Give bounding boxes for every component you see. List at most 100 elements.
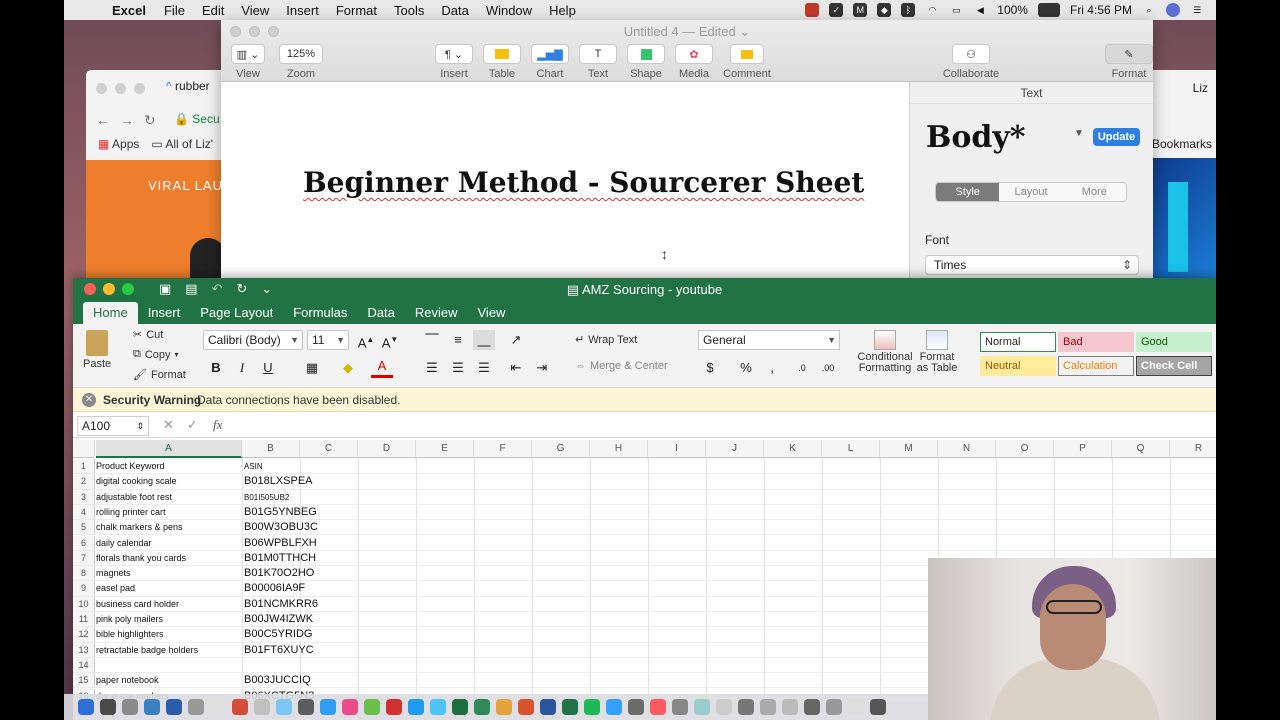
row-header[interactable]: 14 bbox=[73, 657, 95, 673]
menu-insert[interactable]: Insert bbox=[286, 3, 319, 18]
dock-app-icon[interactable] bbox=[122, 699, 138, 715]
volume-icon[interactable]: ◀ bbox=[973, 3, 987, 17]
dock-app-icon[interactable] bbox=[562, 699, 578, 715]
cell-product-keyword[interactable]: florals thank you cards bbox=[96, 551, 242, 566]
dock-app-icon[interactable] bbox=[848, 699, 864, 715]
menu-window[interactable]: Window bbox=[486, 3, 532, 18]
merge-center-button[interactable]: ⇔ Merge & Center bbox=[575, 360, 668, 372]
decrease-indent-icon[interactable]: ⇤ bbox=[505, 358, 527, 378]
bookmark-apps[interactable]: ▦ Apps bbox=[98, 137, 139, 151]
wrap-text-button[interactable]: ↵ Wrap Text bbox=[575, 333, 637, 347]
currency-icon[interactable]: $ bbox=[699, 358, 721, 378]
dock-app-icon[interactable] bbox=[518, 699, 534, 715]
font-size-select[interactable]: 11 ▼ bbox=[307, 330, 349, 350]
cell-product-keyword[interactable]: magnets bbox=[96, 566, 242, 581]
menu-tools[interactable]: Tools bbox=[394, 3, 424, 18]
menu-edit[interactable]: Edit bbox=[202, 3, 224, 18]
airplay-icon[interactable]: ▭ bbox=[949, 3, 963, 17]
dock-app-icon[interactable] bbox=[166, 699, 182, 715]
dock-app-icon[interactable] bbox=[100, 699, 116, 715]
row-header[interactable]: 11 bbox=[73, 612, 95, 627]
dock-app-icon[interactable] bbox=[804, 699, 820, 715]
comma-icon[interactable]: , bbox=[761, 358, 783, 378]
row-header[interactable]: 9 bbox=[73, 581, 95, 596]
tab-view[interactable]: View bbox=[468, 302, 516, 324]
dock-app-icon[interactable] bbox=[672, 699, 688, 715]
cell-asin[interactable]: B01K70O2HO bbox=[244, 566, 334, 581]
dock-app-icon[interactable] bbox=[870, 699, 886, 715]
menu-app-name[interactable]: Excel bbox=[112, 3, 146, 18]
cell-product-keyword[interactable]: rolling printer cart bbox=[96, 505, 242, 520]
zoom-icon[interactable] bbox=[134, 83, 145, 94]
dock-app-icon[interactable] bbox=[386, 699, 402, 715]
tb-media[interactable]: ✿ Media bbox=[675, 44, 713, 80]
column-header[interactable]: E bbox=[416, 440, 474, 458]
dock-app-icon[interactable] bbox=[738, 699, 754, 715]
column-header[interactable]: H bbox=[590, 440, 648, 458]
tb-zoom[interactable]: 125% Zoom bbox=[279, 44, 323, 80]
dock-app-icon[interactable] bbox=[760, 699, 776, 715]
row-header[interactable]: 3 bbox=[73, 489, 95, 504]
column-header[interactable]: I bbox=[648, 440, 706, 458]
dock-app-icon[interactable] bbox=[452, 699, 468, 715]
column-header[interactable]: L bbox=[822, 440, 880, 458]
dock-app-icon[interactable] bbox=[606, 699, 622, 715]
decrease-font-icon[interactable]: A▼ bbox=[379, 330, 401, 350]
column-header[interactable]: B bbox=[242, 440, 300, 458]
percent-icon[interactable]: % bbox=[735, 358, 757, 378]
enter-icon[interactable]: ✓ bbox=[187, 417, 198, 433]
paragraph-style[interactable]: Body* bbox=[926, 120, 1025, 155]
cell-asin[interactable]: B00006IA9F bbox=[244, 581, 334, 596]
close-icon[interactable] bbox=[96, 83, 107, 94]
dock-app-icon[interactable] bbox=[144, 699, 160, 715]
cell-asin[interactable]: B018LXSPEA bbox=[244, 474, 334, 489]
menu-format[interactable]: Format bbox=[336, 3, 377, 18]
cell-asin[interactable]: B01NCMKRR6 bbox=[244, 597, 334, 612]
cell-asin[interactable]: B06WPBLFXH bbox=[244, 536, 334, 551]
row-header[interactable]: 4 bbox=[73, 504, 95, 520]
doc-heading[interactable]: Beginner Method - Sourcerer Sheet bbox=[303, 166, 864, 199]
cell-asin[interactable]: B01I505UB2 bbox=[244, 490, 334, 505]
cell-product-keyword[interactable]: digital cooking scale bbox=[96, 474, 242, 489]
row-header[interactable]: 6 bbox=[73, 535, 95, 550]
cell-product-keyword[interactable]: daily calendar bbox=[96, 536, 242, 551]
style-normal[interactable]: Normal bbox=[980, 332, 1056, 352]
battery-icon[interactable] bbox=[1037, 3, 1060, 17]
format-as-table-button[interactable]: Format as Table bbox=[915, 330, 959, 374]
select-all-corner[interactable] bbox=[73, 440, 95, 458]
bookmarks-folder-label[interactable]: Bookmarks bbox=[1152, 137, 1212, 151]
segment-style[interactable]: Style bbox=[936, 183, 1000, 201]
dock-app-icon[interactable] bbox=[408, 699, 424, 715]
recording-icon[interactable] bbox=[805, 3, 820, 17]
tab-data[interactable]: Data bbox=[357, 302, 404, 324]
dock-app-icon[interactable] bbox=[584, 699, 600, 715]
row-header[interactable]: 12 bbox=[73, 627, 95, 642]
cell-product-keyword[interactable]: business card holder bbox=[96, 597, 242, 612]
cell-product-keyword[interactable]: easel pad bbox=[96, 581, 242, 596]
cell-asin[interactable]: ASIN bbox=[244, 459, 334, 474]
style-calculation[interactable]: Calculation bbox=[1058, 356, 1134, 376]
chrome-tab[interactable]: ^ rubber bbox=[166, 79, 210, 93]
increase-indent-icon[interactable]: ⇥ bbox=[531, 358, 553, 378]
secure-indicator[interactable]: 🔒 Secu bbox=[174, 112, 220, 126]
tab-insert[interactable]: Insert bbox=[138, 302, 191, 324]
bookmark-folder[interactable]: ▭ All of Liz' bbox=[151, 137, 213, 151]
cell-asin[interactable]: B01G5YNBEG bbox=[244, 505, 334, 520]
cell-asin[interactable]: B01M0TTHCH bbox=[244, 551, 334, 566]
clock[interactable]: Fri 4:56 PM bbox=[1070, 3, 1132, 17]
cell-product-keyword[interactable]: paper notebook bbox=[96, 673, 242, 688]
chevron-down-icon[interactable]: ▼ bbox=[1074, 128, 1084, 139]
cell-product-keyword[interactable]: chalk markers & pens bbox=[96, 520, 242, 535]
bluetooth-icon[interactable]: ᛒ bbox=[901, 3, 916, 17]
menu-data[interactable]: Data bbox=[441, 3, 468, 18]
bold-button[interactable]: B bbox=[205, 358, 227, 378]
tab-home[interactable]: Home bbox=[83, 302, 138, 324]
tb-view[interactable]: ▥ ⌄ View bbox=[231, 44, 265, 80]
siri-icon[interactable] bbox=[1166, 3, 1180, 17]
segment-more[interactable]: More bbox=[1062, 183, 1126, 201]
row-header[interactable]: 15 bbox=[73, 673, 95, 688]
dock-app-icon[interactable] bbox=[298, 699, 314, 715]
wifi-icon[interactable]: ◠ bbox=[925, 3, 939, 17]
cell-product-keyword[interactable]: pink poly mailers bbox=[96, 612, 242, 627]
font-color-icon[interactable]: A bbox=[371, 358, 393, 378]
